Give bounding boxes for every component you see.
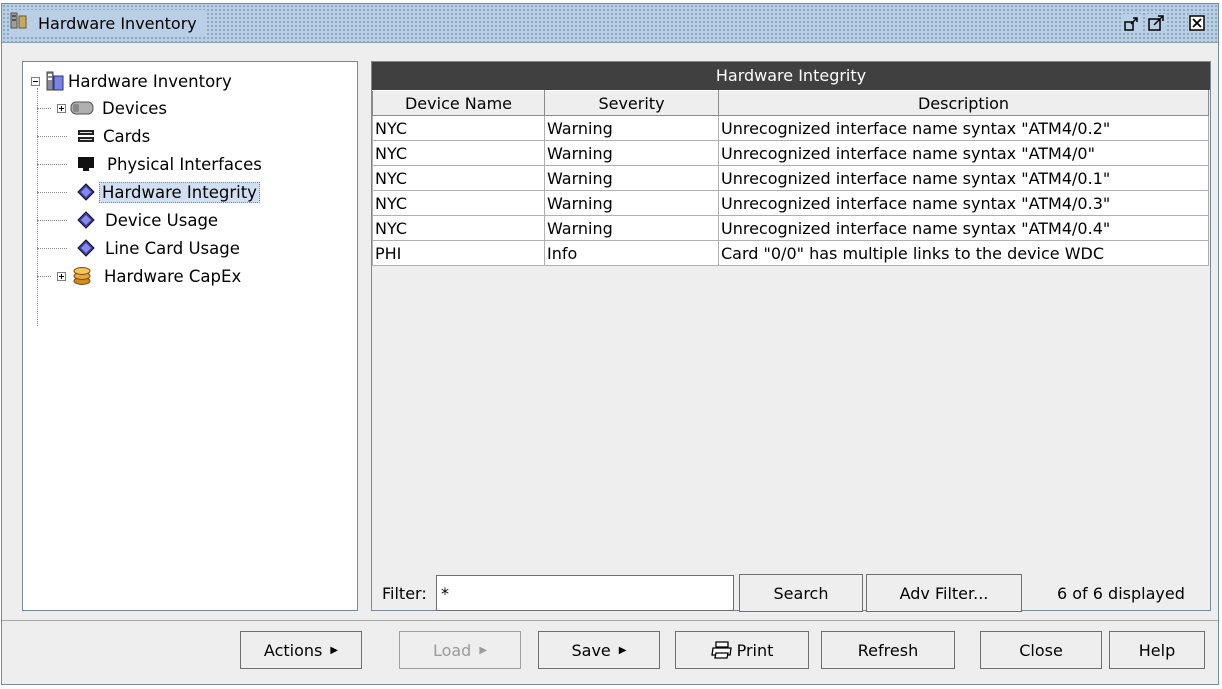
help-button[interactable]: Help [1109, 631, 1205, 669]
cell-severity: Warning [544, 215, 719, 241]
tree-line [37, 248, 67, 249]
column-header-description[interactable]: Description [718, 90, 1209, 116]
tree-root-label: Hardware Inventory [68, 71, 232, 91]
navigation-tree: Hardware Inventory Devices Cards Physica… [22, 61, 358, 611]
table-row[interactable]: PHI Info Card "0/0" has multiple links t… [372, 240, 1209, 266]
menu-arrow-icon: ▶ [618, 644, 627, 656]
table-row[interactable]: NYC Warning Unrecognized interface name … [372, 115, 1209, 141]
capex-icon [72, 266, 92, 286]
report-table-area: Device Name Severity Description NYC War… [372, 90, 1210, 543]
cell-device-name: PHI [372, 240, 545, 266]
cell-device-name: NYC [372, 140, 545, 166]
table-row[interactable]: NYC Warning Unrecognized interface name … [372, 165, 1209, 191]
cell-severity: Warning [544, 140, 719, 166]
tree-line [37, 108, 51, 109]
displayed-count: 6 of 6 displayed [1057, 584, 1185, 603]
title-area: Hardware Inventory [10, 10, 207, 36]
cell-severity: Info [544, 240, 719, 266]
load-label: Load [432, 640, 472, 660]
tree-line [37, 192, 67, 193]
report-icon [77, 239, 95, 257]
tree-item-devices[interactable]: Devices [57, 96, 169, 120]
maximize-icon[interactable] [1147, 14, 1165, 32]
tree-item-label: Cards [103, 126, 151, 146]
title-bar[interactable]: Hardware Inventory [2, 4, 1218, 43]
column-header-severity[interactable]: Severity [544, 90, 719, 116]
cell-description: Unrecognized interface name syntax "ATM4… [718, 115, 1209, 141]
tree-line [37, 136, 67, 137]
adv-filter-button[interactable]: Adv Filter... [866, 574, 1022, 612]
tree-item-label: Devices [102, 98, 168, 118]
cell-device-name: NYC [372, 215, 545, 241]
filter-label: Filter: [382, 584, 427, 603]
hardware-inventory-window: Hardware Inventory Hardware Inventory De… [1, 3, 1219, 685]
cell-device-name: NYC [372, 115, 545, 141]
search-button[interactable]: Search [739, 574, 863, 612]
report-title: Hardware Integrity [372, 62, 1210, 90]
cell-description: Unrecognized interface name syntax "ATM4… [718, 215, 1209, 241]
restore-icon[interactable] [1123, 14, 1141, 32]
tree-item-hardware-integrity[interactable]: Hardware Integrity [77, 180, 260, 204]
save-label: Save [571, 640, 611, 660]
cards-icon [77, 128, 95, 144]
tree-item-hardware-capex[interactable]: Hardware CapEx [57, 264, 243, 288]
table-row[interactable]: NYC Warning Unrecognized interface name … [372, 215, 1209, 241]
tree-item-label: Line Card Usage [105, 238, 240, 258]
hardware-inventory-icon [44, 70, 66, 92]
save-button[interactable]: Save ▶ [538, 631, 660, 669]
printer-icon [710, 641, 733, 659]
report-panel: Hardware Integrity Device Name Severity … [371, 61, 1211, 612]
load-button[interactable]: Load ▶ [399, 631, 521, 669]
filter-input[interactable] [436, 575, 734, 611]
report-table: Device Name Severity Description NYC War… [372, 90, 1209, 266]
close-icon[interactable] [1188, 14, 1206, 32]
cell-description: Unrecognized interface name syntax "ATM4… [718, 190, 1209, 216]
expand-icon[interactable] [57, 271, 66, 281]
tree-line [37, 88, 38, 326]
tree-line [37, 164, 67, 165]
table-row[interactable]: NYC Warning Unrecognized interface name … [372, 140, 1209, 166]
tree-item-label: Device Usage [105, 210, 219, 230]
cell-device-name: NYC [372, 190, 545, 216]
separator [2, 620, 1218, 621]
menu-arrow-icon: ▶ [330, 644, 339, 656]
tree-line [37, 220, 67, 221]
cell-description: Unrecognized interface name syntax "ATM4… [718, 165, 1209, 191]
collapse-icon[interactable] [31, 76, 40, 86]
expand-icon[interactable] [57, 103, 66, 113]
print-label: Print [736, 640, 774, 660]
filter-row: Filter: Search Adv Filter... 6 of 6 disp… [372, 572, 1210, 612]
actions-label: Actions [263, 640, 323, 660]
table-header-row: Device Name Severity Description [372, 90, 1209, 116]
cell-description: Unrecognized interface name syntax "ATM4… [718, 140, 1209, 166]
cell-severity: Warning [544, 165, 719, 191]
menu-arrow-icon: ▶ [479, 644, 488, 656]
hardware-inventory-icon [10, 11, 28, 35]
cell-device-name: NYC [372, 165, 545, 191]
refresh-button[interactable]: Refresh [821, 631, 955, 669]
tree-item-cards[interactable]: Cards [77, 124, 152, 148]
actions-button[interactable]: Actions ▶ [240, 631, 362, 669]
report-icon [77, 211, 95, 229]
table-row[interactable]: NYC Warning Unrecognized interface name … [372, 190, 1209, 216]
tree-item-physical-interfaces[interactable]: Physical Interfaces [77, 152, 264, 176]
window-title: Hardware Inventory [38, 13, 197, 33]
print-button[interactable]: Print [675, 631, 809, 669]
tree-line [37, 276, 51, 277]
report-icon [77, 183, 95, 201]
cell-description: Card "0/0" has multiple links to the dev… [718, 240, 1209, 266]
cell-severity: Warning [544, 115, 719, 141]
column-header-device-name[interactable]: Device Name [372, 90, 545, 116]
tree-item-line-card-usage[interactable]: Line Card Usage [77, 236, 242, 260]
tree-item-label: Hardware Integrity [99, 181, 260, 203]
tree-root[interactable]: Hardware Inventory [31, 69, 234, 93]
tree-item-label: Physical Interfaces [107, 154, 262, 174]
close-button[interactable]: Close [980, 631, 1102, 669]
tree-item-label: Hardware CapEx [104, 266, 242, 286]
tree-item-device-usage[interactable]: Device Usage [77, 208, 220, 232]
devices-icon [70, 100, 94, 116]
cell-severity: Warning [544, 190, 719, 216]
physical-interfaces-icon [77, 156, 95, 172]
